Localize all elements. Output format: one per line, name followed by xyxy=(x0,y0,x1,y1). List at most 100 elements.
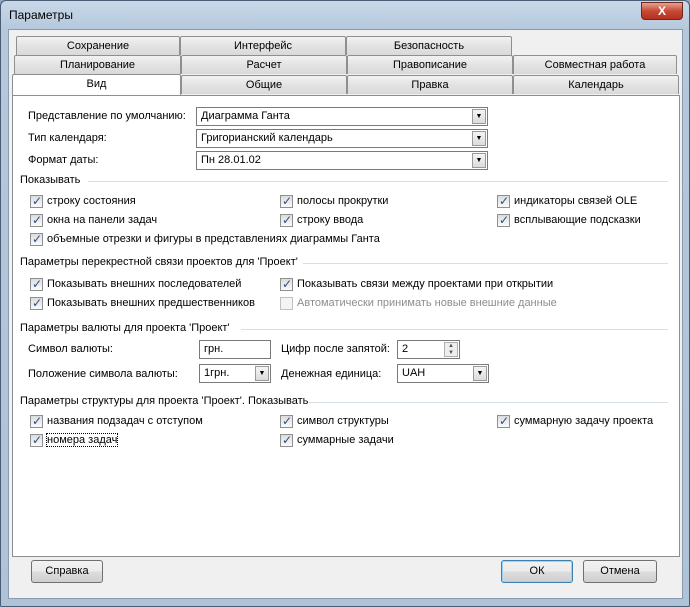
decimal-digits-value: 2 xyxy=(402,343,409,355)
date-format-label: Формат даты: xyxy=(28,154,99,166)
date-format-select[interactable]: Пн 28.01.02 ▼ xyxy=(196,151,488,170)
checkbox-box xyxy=(280,213,293,227)
show-tooltips-checkbox[interactable]: всплывающие подсказки xyxy=(497,213,641,229)
show-task-numbers-checkbox[interactable]: номера задач xyxy=(30,433,119,449)
checkbox-label: Показывать внешних предшественников xyxy=(47,297,255,309)
group-divider xyxy=(309,402,668,403)
currency-symbol-input[interactable]: грн. xyxy=(199,340,271,359)
calendar-type-value: Григорианский календарь xyxy=(201,132,333,144)
checkbox-label: полосы прокрутки xyxy=(297,195,389,207)
show-status-bar-checkbox[interactable]: строку состояния xyxy=(30,194,136,210)
tab-collaborate[interactable]: Совместная работа xyxy=(513,55,677,74)
auto-accept-external-data-checkbox[interactable]: Автоматически принимать новые внешние да… xyxy=(280,296,557,312)
group-divider xyxy=(241,329,668,330)
default-view-value: Диаграмма Ганта xyxy=(201,110,290,122)
checkbox-box xyxy=(280,297,293,310)
show-3d-gantt-checkbox[interactable]: объемные отрезки и фигуры в представлени… xyxy=(30,232,380,248)
group-divider xyxy=(303,263,668,264)
checkbox-box xyxy=(30,232,43,246)
show-ole-indicators-checkbox[interactable]: индикаторы связей OLE xyxy=(497,194,637,210)
checkbox-box xyxy=(30,194,43,208)
window-title: Параметры xyxy=(9,8,73,22)
show-external-predecessors-checkbox[interactable]: Показывать внешних предшественников xyxy=(30,296,255,312)
spin-arrows-icon[interactable]: ▲ ▼ xyxy=(444,342,458,357)
date-format-value: Пн 28.01.02 xyxy=(201,154,261,166)
currency-group-title: Параметры валюты для проекта 'Проект' xyxy=(20,322,230,334)
tab-interface[interactable]: Интерфейс xyxy=(180,36,346,55)
checkbox-label: строку состояния xyxy=(47,195,136,207)
checkbox-box xyxy=(497,213,510,227)
currency-unit-value: UAH xyxy=(402,367,426,379)
checkbox-box xyxy=(30,213,43,227)
cancel-button[interactable]: Отмена xyxy=(583,560,657,583)
group-divider xyxy=(88,181,668,182)
checkbox-box xyxy=(280,194,293,208)
checkbox-label: окна на панели задач xyxy=(47,214,158,226)
tab-calculation[interactable]: Расчет xyxy=(181,55,347,74)
close-button[interactable]: X xyxy=(641,2,683,20)
tab-schedule[interactable]: Планирование xyxy=(14,55,181,74)
default-view-label: Представление по умолчанию: xyxy=(28,110,186,122)
checkbox-label: объемные отрезки и фигуры в представлени… xyxy=(47,233,380,245)
checkbox-label: строку ввода xyxy=(297,214,364,226)
decimal-digits-label: Цифр после запятой: xyxy=(281,343,390,355)
checkbox-label: номера задач xyxy=(45,433,119,447)
help-button[interactable]: Справка xyxy=(31,560,103,583)
checkbox-box xyxy=(497,414,510,428)
default-view-select[interactable]: Диаграмма Ганта ▼ xyxy=(196,107,488,126)
view-tab-panel: Представление по умолчанию: Диаграмма Га… xyxy=(12,95,680,557)
show-outline-symbol-checkbox[interactable]: символ структуры xyxy=(280,414,389,430)
show-entry-bar-checkbox[interactable]: строку ввода xyxy=(280,213,363,229)
chevron-down-icon: ▼ xyxy=(472,131,486,146)
indent-subtask-names-checkbox[interactable]: названия подзадач с отступом xyxy=(30,414,203,430)
currency-position-value: 1грн. xyxy=(204,367,230,379)
dialog-client-area: Сохранение Интерфейс Безопасность Планир… xyxy=(8,29,683,599)
checkbox-box xyxy=(30,296,43,310)
currency-symbol-label: Символ валюты: xyxy=(28,343,113,355)
title-bar[interactable]: Параметры X xyxy=(1,1,689,29)
checkbox-box xyxy=(280,277,293,291)
ok-button[interactable]: ОК xyxy=(501,560,573,583)
chevron-down-icon: ▼ xyxy=(472,153,486,168)
checkbox-label: суммарную задачу проекта xyxy=(514,415,654,427)
chevron-down-icon: ▼ xyxy=(472,109,486,124)
checkbox-label: Показывать связи между проектами при отк… xyxy=(297,278,554,290)
tab-spelling[interactable]: Правописание xyxy=(347,55,513,74)
checkbox-box xyxy=(30,433,43,447)
tab-save[interactable]: Сохранение xyxy=(16,36,180,55)
chevron-down-icon: ▼ xyxy=(255,366,269,381)
checkbox-box xyxy=(497,194,510,208)
show-scrollbars-checkbox[interactable]: полосы прокрутки xyxy=(280,194,388,210)
show-links-on-open-checkbox[interactable]: Показывать связи между проектами при отк… xyxy=(280,277,553,293)
checkbox-box xyxy=(280,414,293,428)
checkbox-label: всплывающие подсказки xyxy=(514,214,641,226)
tab-security[interactable]: Безопасность xyxy=(346,36,512,55)
show-summary-tasks-checkbox[interactable]: суммарные задачи xyxy=(280,433,394,449)
checkbox-label: Автоматически принимать новые внешние да… xyxy=(297,297,557,309)
decimal-digits-stepper[interactable]: 2 ▲ ▼ xyxy=(397,340,460,359)
crossproject-group-title: Параметры перекрестной связи проектов дл… xyxy=(20,256,298,268)
show-external-successors-checkbox[interactable]: Показывать внешних последователей xyxy=(30,277,241,293)
checkbox-label: названия подзадач с отступом xyxy=(47,415,203,427)
show-windows-taskbar-checkbox[interactable]: окна на панели задач xyxy=(30,213,157,229)
tab-view[interactable]: Вид xyxy=(12,74,181,95)
checkbox-label: индикаторы связей OLE xyxy=(514,195,638,207)
show-project-summary-checkbox[interactable]: суммарную задачу проекта xyxy=(497,414,653,430)
checkbox-box xyxy=(30,414,43,428)
outline-group-title: Параметры структуры для проекта 'Проект'… xyxy=(20,395,309,407)
checkbox-label: суммарные задачи xyxy=(297,434,394,446)
currency-position-select[interactable]: 1грн. ▼ xyxy=(199,364,271,383)
tab-calendar[interactable]: Календарь xyxy=(513,75,679,94)
currency-position-label: Положение символа валюты: xyxy=(28,368,178,380)
calendar-type-label: Тип календаря: xyxy=(28,132,107,144)
tab-general[interactable]: Общие xyxy=(181,75,347,94)
checkbox-box xyxy=(280,433,293,447)
checkbox-label: символ структуры xyxy=(297,415,389,427)
tab-edit[interactable]: Правка xyxy=(347,75,513,94)
currency-unit-label: Денежная единица: xyxy=(281,368,382,380)
checkbox-label: Показывать внешних последователей xyxy=(47,278,242,290)
calendar-type-select[interactable]: Григорианский календарь ▼ xyxy=(196,129,488,148)
chevron-down-icon: ▼ xyxy=(473,366,487,381)
options-dialog: Параметры X Сохранение Интерфейс Безопас… xyxy=(0,0,690,607)
currency-unit-select[interactable]: UAH ▼ xyxy=(397,364,489,383)
